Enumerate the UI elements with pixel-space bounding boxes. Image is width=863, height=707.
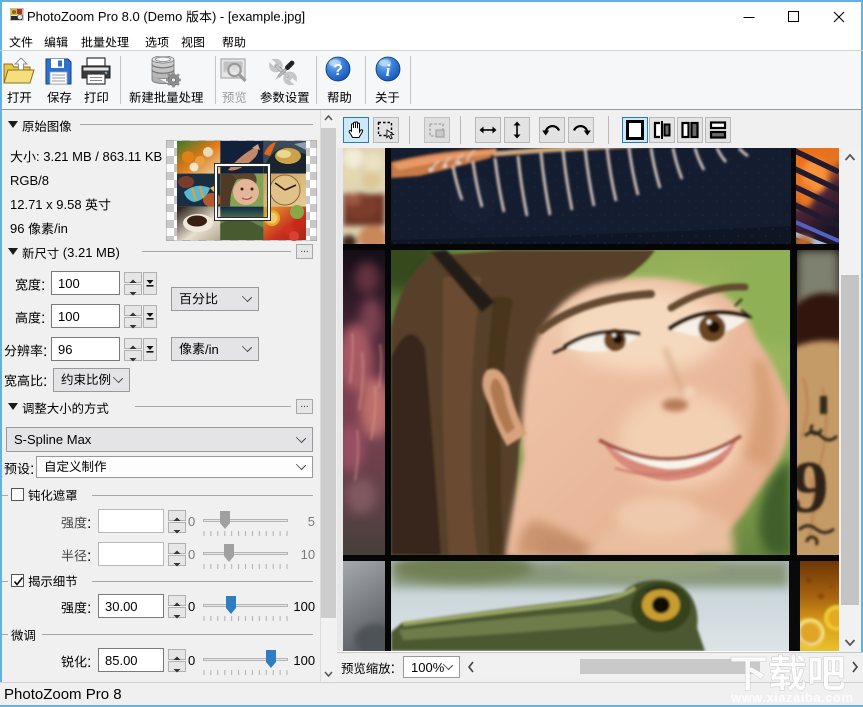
svg-text:i: i: [386, 61, 391, 80]
svg-text:?: ?: [333, 62, 343, 79]
svg-text:9: 9: [792, 447, 829, 529]
